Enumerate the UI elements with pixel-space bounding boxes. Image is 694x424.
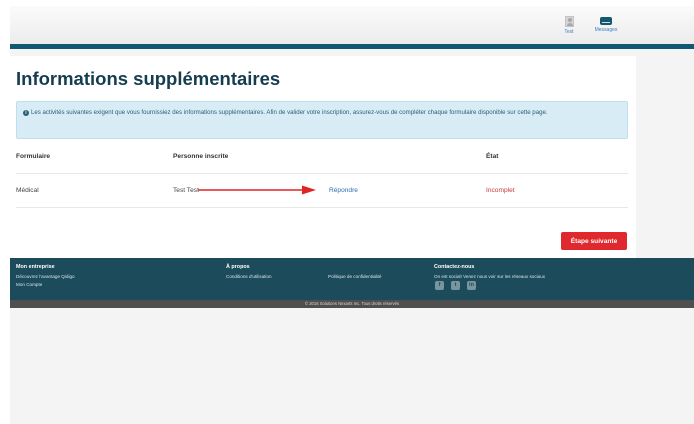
footer-about-title: À propos	[226, 264, 250, 270]
messages-icon	[600, 17, 612, 25]
app-frame: Test Messages Informations supplémentair…	[10, 6, 694, 424]
column-header-status: État	[486, 153, 499, 160]
footer: Mon entreprise Découvrez l'avantage Qidi…	[10, 258, 694, 300]
footer-link-account[interactable]: Mon Compte	[16, 282, 42, 287]
row-person-name: Test Test	[173, 187, 199, 194]
info-alert: i Les activités suivantes exigent que vou…	[16, 101, 628, 139]
page-title: Informations supplémentaires	[16, 68, 281, 89]
twitter-icon[interactable]: t	[451, 281, 460, 290]
footer-link-advantage[interactable]: Découvrez l'avantage Qidigo	[16, 274, 75, 279]
header-stripe	[10, 44, 694, 49]
footer-link-terms[interactable]: Conditions d'utilisation	[226, 274, 272, 279]
status-badge: Incomplet	[486, 187, 515, 194]
top-bar: Test Messages	[10, 6, 694, 44]
info-text: Les activités suivantes exigent que vous…	[31, 109, 548, 116]
footer-company-title: Mon entreprise	[16, 264, 55, 270]
footer-link-privacy[interactable]: Politique de confidentialité	[328, 274, 381, 279]
linkedin-icon[interactable]: in	[467, 281, 476, 290]
footer-social-text: On est social! Venez nous voir sur les r…	[434, 274, 546, 279]
facebook-icon[interactable]: f	[435, 281, 444, 290]
footer-contact-title: Contactez-nous	[434, 264, 475, 270]
column-header-form: Formulaire	[16, 153, 51, 160]
main-card: Informations supplémentaires i Les activi…	[10, 56, 636, 258]
arrow-annotation-icon	[198, 185, 316, 195]
table-row-divider	[16, 207, 628, 208]
user-avatar-icon	[564, 16, 574, 27]
table-divider	[16, 173, 628, 174]
messages-label: Messages	[594, 27, 618, 33]
column-header-person: Personne inscrite	[173, 153, 229, 160]
info-icon: i	[23, 110, 29, 116]
respond-link[interactable]: Répondre	[329, 187, 358, 194]
copyright-bar: © 2016 Solutions Nexarts Inc. Tous droit…	[10, 300, 694, 308]
next-step-button[interactable]: Étape suivante	[561, 232, 627, 250]
messages-menu[interactable]: Messages	[584, 16, 628, 33]
row-form-name: Médical	[16, 187, 39, 194]
